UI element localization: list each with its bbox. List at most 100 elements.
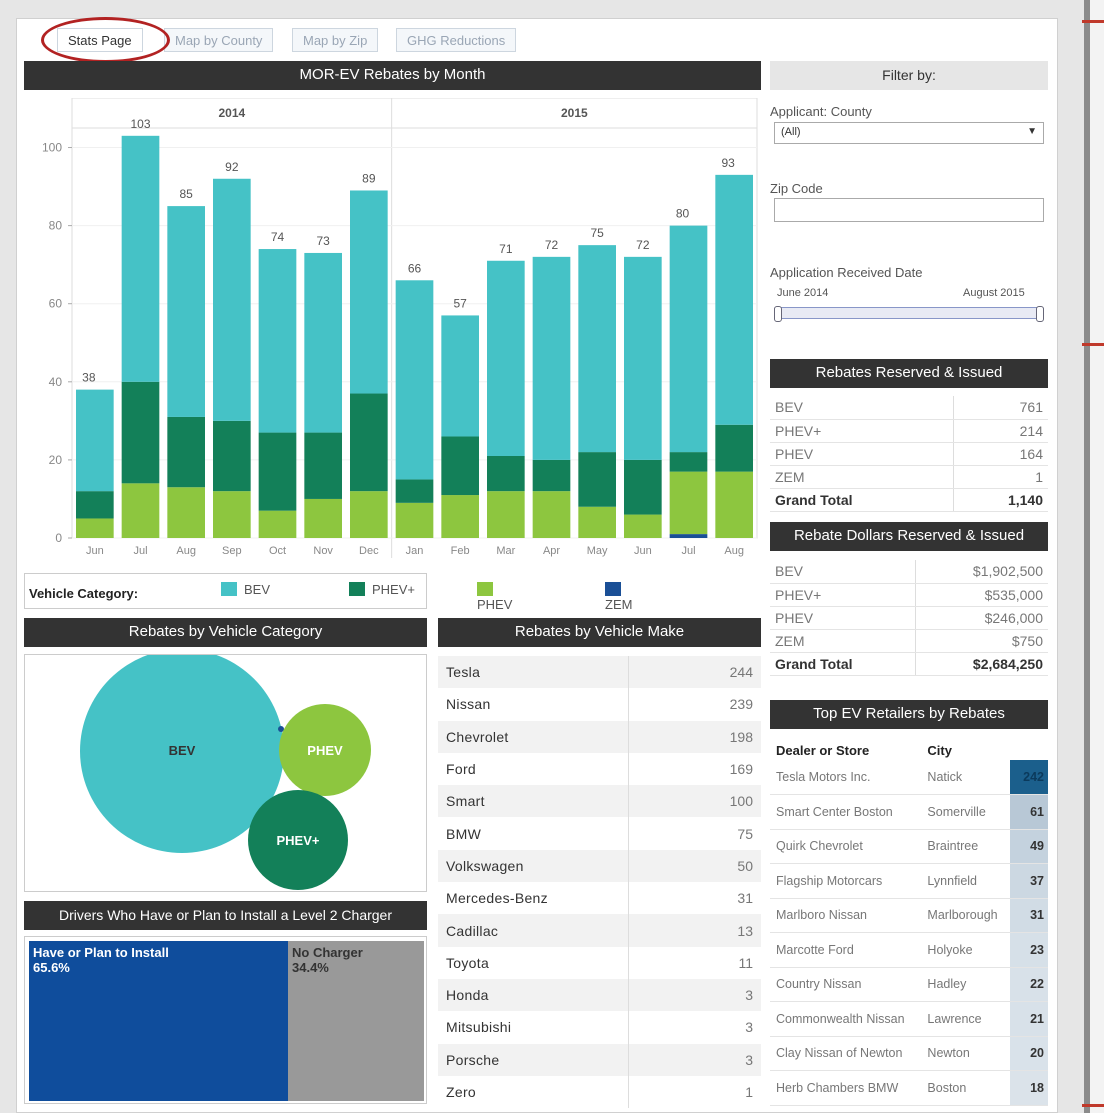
bar-segment-phev-plus[interactable] xyxy=(395,479,434,503)
reserved-row[interactable]: BEV 761 xyxy=(770,396,1048,420)
bar-segment-bev[interactable] xyxy=(441,315,479,437)
date-slider-end-handle[interactable] xyxy=(1036,306,1044,322)
make-row[interactable]: Smart 100 xyxy=(438,785,761,818)
bar-segment-bev[interactable] xyxy=(304,252,342,433)
bar-segment-phev-plus[interactable] xyxy=(121,381,160,484)
retailer-row[interactable]: Country Nissan Hadley 22 xyxy=(770,967,1048,1002)
date-slider-start-handle[interactable] xyxy=(774,306,782,322)
make-row[interactable]: Mitsubishi 3 xyxy=(438,1011,761,1044)
column-header-city[interactable]: City xyxy=(921,740,1010,760)
bar-segment-phev[interactable] xyxy=(578,506,616,538)
make-row[interactable]: Zero 1 xyxy=(438,1075,761,1109)
make-count: 3 xyxy=(628,978,761,1012)
bar-segment-phev-plus[interactable] xyxy=(304,432,342,499)
bar-segment-phev[interactable] xyxy=(350,491,388,538)
bar-segment-phev-plus[interactable] xyxy=(441,436,479,496)
make-row[interactable]: BMW 75 xyxy=(438,817,761,850)
bar-segment-bev[interactable] xyxy=(669,225,708,453)
bar-segment-bev[interactable] xyxy=(532,256,571,460)
tab-map-by-zip[interactable]: Map by Zip xyxy=(292,28,379,52)
bar-segment-bev[interactable] xyxy=(121,135,160,382)
bar-segment-phev-plus[interactable] xyxy=(76,491,114,519)
bar-segment-phev[interactable] xyxy=(395,502,434,538)
legend-item-phev[interactable]: PHEV xyxy=(477,582,512,612)
bar-segment-phev[interactable] xyxy=(304,498,342,538)
bar-segment-bev[interactable] xyxy=(624,256,662,460)
tab-ghg-reductions[interactable]: GHG Reductions xyxy=(396,28,517,52)
tab-map-by-county[interactable]: Map by County xyxy=(164,28,274,52)
dollars-row[interactable]: PHEV+ $535,000 xyxy=(770,583,1048,607)
legend-item-phev-plus[interactable]: PHEV+ xyxy=(349,582,415,597)
bar-segment-phev[interactable] xyxy=(121,483,160,538)
retailer-row[interactable]: Flagship Motorcars Lynnfield 37 xyxy=(770,863,1048,899)
make-row[interactable]: Tesla 244 xyxy=(438,656,761,689)
bar-segment-bev[interactable] xyxy=(76,389,114,492)
legend-item-zem[interactable]: ZEM xyxy=(605,582,632,612)
make-row[interactable]: Nissan 239 xyxy=(438,688,761,721)
retailer-row[interactable]: Smart Center Boston Somerville 61 xyxy=(770,794,1048,830)
dollars-row[interactable]: BEV $1,902,500 xyxy=(770,560,1048,584)
make-row[interactable]: Volkswagen 50 xyxy=(438,849,761,883)
bar-segment-bev[interactable] xyxy=(715,174,753,425)
scrollbar-thumb[interactable] xyxy=(1084,0,1090,1113)
reserved-row[interactable]: PHEV 164 xyxy=(770,442,1048,466)
bar-segment-phev-plus[interactable] xyxy=(350,393,388,492)
annotation-mark xyxy=(1082,20,1104,23)
bar-segment-bev[interactable] xyxy=(578,245,616,453)
retailer-row[interactable]: Marcotte Ford Holyoke 23 xyxy=(770,932,1048,968)
county-select[interactable]: (All) ▼ xyxy=(774,122,1044,144)
bar-segment-phev[interactable] xyxy=(213,491,251,538)
bar-segment-phev[interactable] xyxy=(624,514,662,538)
make-row[interactable]: Toyota 11 xyxy=(438,946,761,979)
dollars-row[interactable]: PHEV $246,000 xyxy=(770,606,1048,630)
retailer-row[interactable]: Tesla Motors Inc. Natick 242 xyxy=(770,760,1048,795)
bar-segment-phev[interactable] xyxy=(167,487,205,538)
bar-segment-phev[interactable] xyxy=(715,471,753,538)
make-row[interactable]: Cadillac 13 xyxy=(438,914,761,947)
make-count: 169 xyxy=(729,761,753,778)
bar-segment-phev-plus[interactable] xyxy=(624,459,662,515)
bar-segment-phev-plus[interactable] xyxy=(532,459,571,492)
bar-total-label: 73 xyxy=(316,234,330,248)
legend-item-bev[interactable]: BEV xyxy=(221,582,270,597)
reserved-row[interactable]: PHEV+ 214 xyxy=(770,419,1048,443)
bar-segment-phev[interactable] xyxy=(441,495,479,538)
retailer-row[interactable]: Herb Chambers BMW Boston 18 xyxy=(770,1070,1048,1106)
make-row[interactable]: Chevrolet 198 xyxy=(438,720,761,753)
bar-segment-phev-plus[interactable] xyxy=(167,416,205,488)
retailer-row[interactable]: Commonwealth Nissan Lawrence 21 xyxy=(770,1001,1048,1037)
bar-segment-bev[interactable] xyxy=(350,190,388,394)
dollars-row[interactable]: ZEM $750 xyxy=(770,629,1048,653)
bar-segment-phev[interactable] xyxy=(532,491,571,538)
bar-segment-phev[interactable] xyxy=(669,471,708,535)
bar-segment-phev-plus[interactable] xyxy=(715,424,753,472)
bar-segment-bev[interactable] xyxy=(213,178,251,421)
make-row[interactable]: Honda 3 xyxy=(438,978,761,1012)
bar-segment-phev[interactable] xyxy=(258,510,297,538)
x-tick-label: Nov xyxy=(313,545,333,557)
reserved-row[interactable]: ZEM 1 xyxy=(770,465,1048,489)
bar-segment-phev[interactable] xyxy=(76,518,114,538)
zip-code-input[interactable] xyxy=(774,198,1044,222)
bar-segment-phev-plus[interactable] xyxy=(669,452,708,472)
retailer-row[interactable]: Quirk Chevrolet Braintree 49 xyxy=(770,829,1048,864)
bar-segment-phev-plus[interactable] xyxy=(578,452,616,507)
make-row[interactable]: Ford 169 xyxy=(438,752,761,786)
bar-segment-phev[interactable] xyxy=(487,491,525,538)
retailer-row[interactable]: Clay Nissan of Newton Newton 20 xyxy=(770,1036,1048,1071)
bar-segment-phev-plus[interactable] xyxy=(258,432,297,511)
make-row[interactable]: Porsche 3 xyxy=(438,1043,761,1076)
column-header-dealer[interactable]: Dealer or Store xyxy=(770,740,921,760)
bar-segment-bev[interactable] xyxy=(395,280,434,480)
no-charger-segment[interactable]: No Charger 34.4% xyxy=(288,941,424,1101)
bar-segment-zem[interactable] xyxy=(669,534,708,538)
bar-segment-bev[interactable] xyxy=(167,206,205,417)
retailer-row[interactable]: Marlboro Nissan Marlborough 31 xyxy=(770,898,1048,933)
date-range-slider[interactable] xyxy=(774,306,1044,322)
bar-segment-bev[interactable] xyxy=(258,249,297,433)
bar-segment-phev-plus[interactable] xyxy=(213,420,251,492)
bar-segment-phev-plus[interactable] xyxy=(487,456,525,492)
have-charger-segment[interactable]: Have or Plan to Install 65.6% xyxy=(29,941,288,1101)
make-row[interactable]: Mercedes-Benz 31 xyxy=(438,882,761,915)
bar-segment-bev[interactable] xyxy=(487,260,525,456)
